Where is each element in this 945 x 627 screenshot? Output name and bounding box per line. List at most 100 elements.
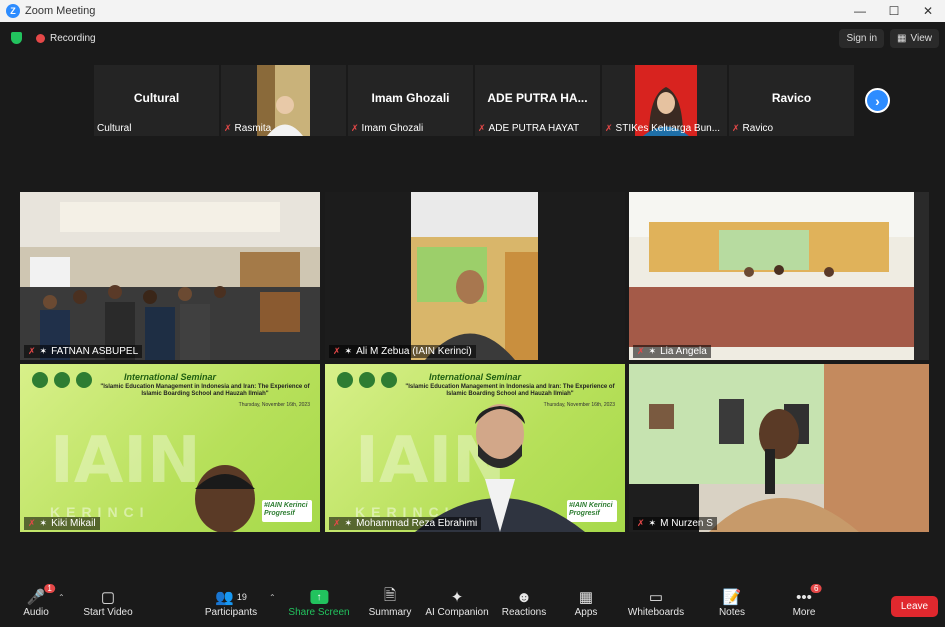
iain-watermark: IAIN — [50, 424, 201, 498]
strip-tile[interactable]: Ravico ✗ Ravico — [729, 65, 854, 136]
share-screen-icon: ↑ — [310, 590, 328, 604]
start-video-button[interactable]: ▢ Start Video — [83, 587, 132, 618]
whiteboards-label: Whiteboards — [627, 607, 685, 618]
participant-strip: Cultural Cultural ✗ Rasmita Imam Ghozali … — [94, 65, 854, 136]
security-shield-icon[interactable] — [11, 32, 22, 44]
chevron-right-icon: › — [875, 92, 880, 109]
minimize-icon[interactable]: — — [843, 4, 877, 18]
pin-icon: ✶ — [39, 346, 48, 356]
tile-name-label: ✗ ✶ FATNAN ASBUPEL — [24, 345, 143, 358]
summary-button[interactable]: 🗎 Summary — [369, 586, 412, 619]
smiley-icon: ☻ — [516, 588, 532, 606]
start-video-label: Start Video — [83, 607, 133, 618]
audio-button[interactable]: 🎤 1 Audio — [23, 584, 55, 618]
strip-tile-label: Cultural — [97, 123, 132, 134]
seminar-title: International Seminar — [123, 372, 217, 382]
seminar-backdrop: International Seminar "Islamic Education… — [20, 364, 320, 532]
participant-video — [325, 192, 625, 360]
meeting-toolbar: 🎤 1 Audio ⌃ ▢ Start Video 👥 19 Participant… — [0, 583, 945, 627]
more-button[interactable]: ••• 6 More — [792, 584, 822, 618]
view-grid-icon: ▦ — [897, 32, 907, 44]
participants-button[interactable]: 👥 19 Participants — [205, 587, 257, 618]
zoom-logo-icon: Z — [6, 4, 20, 18]
strip-tile[interactable]: ADE PUTRA HA... ✗ ADE PUTRA HAYAT — [475, 65, 600, 136]
apps-label: Apps — [574, 607, 598, 618]
reactions-button[interactable]: ☻ Reactions — [501, 587, 547, 619]
pin-icon: ✶ — [648, 346, 657, 356]
close-icon[interactable]: ✕ — [911, 4, 945, 18]
whiteboard-icon: ▭ — [648, 589, 664, 606]
strip-tile[interactable]: Cultural Cultural — [94, 65, 219, 136]
seminar-subtitle: "Islamic Education Management in Indones… — [100, 384, 310, 397]
apps-button[interactable]: ▦ Apps — [575, 587, 598, 618]
recording-dot-icon — [36, 33, 45, 43]
strip-tile[interactable]: ✗ Rasmita — [221, 65, 346, 136]
view-button[interactable]: ▦ View — [890, 28, 939, 48]
sparkle-icon: ✦ — [450, 589, 464, 606]
participant-video — [415, 404, 585, 532]
video-tile[interactable]: ✗ ✶ FATNAN ASBUPEL — [20, 192, 320, 360]
meeting-topbar: Recording Sign in ▦ View — [0, 22, 945, 54]
video-tile[interactable]: ✗ ✶ Lia Angela — [629, 192, 929, 360]
strip-tile[interactable]: ✗ STIKes Keluarga Bun... — [602, 65, 727, 136]
mic-muted-icon: ✗ — [224, 123, 232, 133]
more-badge: 6 — [810, 584, 822, 593]
more-dots-icon: ••• — [796, 588, 812, 606]
strip-tile-big-name: Imam Ghozali — [371, 91, 450, 105]
video-tile[interactable]: ✗ ✶ Ali M Zebua (IAIN Kerinci) — [325, 192, 625, 360]
mic-muted-icon: ✗ — [605, 123, 613, 133]
notes-button[interactable]: 📝 Notes — [719, 587, 745, 618]
mic-muted-icon: ✗ — [28, 346, 36, 356]
pin-icon: ✶ — [39, 518, 48, 528]
seminar-title: International Seminar — [428, 372, 522, 382]
participant-video — [629, 192, 929, 360]
participants-icon: 👥 — [215, 589, 234, 606]
notes-icon: 📝 — [722, 589, 742, 606]
summary-icon: 🗎 — [383, 586, 397, 604]
maximize-icon[interactable]: ☐ — [877, 4, 911, 18]
view-label: View — [910, 32, 933, 44]
tile-name-label: ✗ ✶ Mohammad Reza Ebrahimi — [329, 517, 482, 530]
share-screen-label: Share Screen — [288, 607, 350, 618]
mic-muted-icon: ✗ — [732, 123, 740, 133]
participants-options-caret-icon[interactable]: ⌃ — [269, 593, 276, 602]
mic-muted-icon: ✗ — [333, 518, 341, 528]
audio-options-caret-icon[interactable]: ⌃ — [58, 593, 65, 602]
participant-video — [195, 465, 255, 532]
strip-tile[interactable]: Imam Ghozali ✗ Imam Ghozali — [348, 65, 473, 136]
strip-tile-label: ✗ STIKes Keluarga Bun... — [605, 123, 721, 134]
mic-muted-icon: ✗ — [351, 123, 359, 133]
strip-tile-label: ✗ ADE PUTRA HAYAT — [478, 123, 580, 134]
strip-tile-label: ✗ Ravico — [732, 123, 774, 134]
tile-name-label: ✗ ✶ Lia Angela — [633, 345, 711, 358]
strip-tile-label: ✗ Rasmita — [224, 123, 272, 134]
video-tile[interactable]: International Seminar "Islamic Education… — [20, 364, 320, 532]
sign-in-button[interactable]: Sign in — [839, 28, 885, 48]
window-titlebar: Z Zoom Meeting — ☐ ✕ — [0, 0, 945, 22]
mic-muted-icon: ✗ — [333, 346, 341, 356]
strip-tile-big-name: Ravico — [771, 91, 812, 105]
mic-muted-icon: ✗ — [478, 123, 486, 133]
tile-name-label: ✗ ✶ Kiki Mikail — [24, 517, 100, 530]
pin-icon: ✶ — [344, 346, 353, 356]
recording-label: Recording — [50, 32, 96, 44]
ai-companion-button[interactable]: ✦ AI Companion — [425, 587, 488, 618]
whiteboards-button[interactable]: ▭ Whiteboards — [628, 587, 684, 618]
audio-badge: 1 — [44, 584, 55, 593]
next-page-button[interactable]: › — [865, 88, 890, 113]
apps-icon: ▦ — [578, 589, 594, 606]
pin-icon: ✶ — [648, 518, 657, 528]
video-tile[interactable]: International Seminar "Islamic Education… — [325, 364, 625, 532]
reactions-label: Reactions — [501, 607, 547, 618]
strip-tile-big-name: Cultural — [133, 91, 180, 105]
tile-name-label: ✗ ✶ Ali M Zebua (IAIN Kerinci) — [329, 345, 476, 358]
microphone-icon: 🎤 — [26, 589, 46, 606]
share-screen-button[interactable]: ↑ Share Screen — [288, 587, 350, 618]
video-tile[interactable]: ✗ ✶ M Nurzen S — [629, 364, 929, 532]
window-title: Zoom Meeting — [25, 5, 96, 17]
strip-tile-label: ✗ Imam Ghozali — [351, 123, 424, 134]
leave-button[interactable]: Leave — [891, 596, 938, 617]
audio-label: Audio — [23, 607, 49, 618]
more-label: More — [792, 607, 816, 618]
notes-label: Notes — [718, 607, 746, 618]
